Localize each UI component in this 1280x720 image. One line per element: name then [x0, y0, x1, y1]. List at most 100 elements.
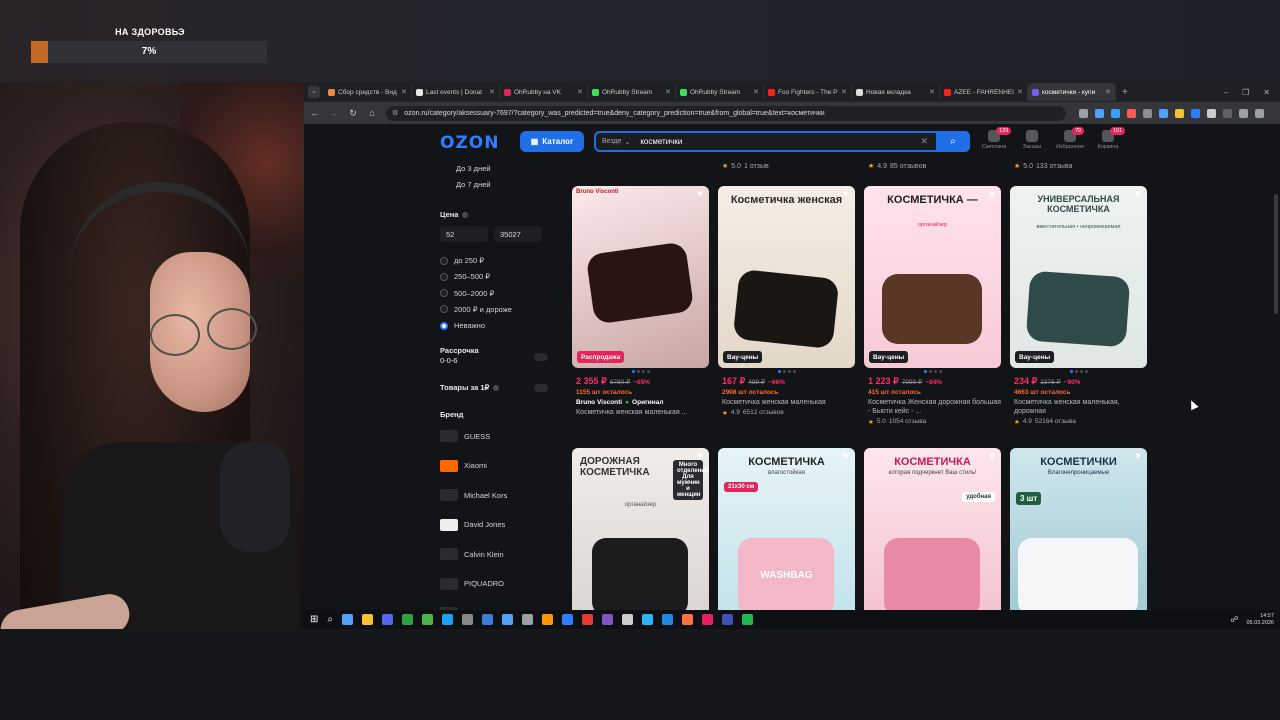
maximize-icon[interactable]: ❐: [1242, 88, 1249, 97]
taskbar-app-icon[interactable]: [362, 614, 373, 625]
taskbar-app-icon[interactable]: [662, 614, 673, 625]
taskbar-clock[interactable]: ☍ 14:57 05.03.2026: [1230, 613, 1280, 627]
favorite-heart-icon[interactable]: ♥: [841, 452, 851, 462]
product-name[interactable]: Косметичка женская маленькая ...: [576, 408, 713, 417]
taskbar-app-icon[interactable]: [622, 614, 633, 625]
product-image[interactable]: ДОРОЖНАЯ КОСМЕТИЧКА органайзер Много отдел…: [572, 448, 709, 610]
price-option[interactable]: 2000 ₽ и дороже: [440, 305, 512, 314]
taskbar-app-icon[interactable]: [682, 614, 693, 625]
taskbar-app-icon[interactable]: [422, 614, 433, 625]
extension-icon[interactable]: [1191, 108, 1200, 118]
extension-icon[interactable]: [1127, 108, 1136, 118]
favorite-heart-icon[interactable]: ♥: [1133, 190, 1143, 200]
taskbar-app-icon[interactable]: [722, 614, 733, 625]
product-info[interactable]: 167 ₽499 ₽ −66% 2908 шт осталось Косметичка…: [722, 376, 859, 417]
brand-item[interactable]: David Jones: [440, 518, 505, 531]
taskbar-app-icon[interactable]: [442, 614, 453, 625]
product-info[interactable]: 234 ₽2376 ₽ −90% 4663 шт осталось Косметичк…: [1014, 376, 1151, 426]
taskbar-app-icon[interactable]: [462, 614, 473, 625]
delivery-option[interactable]: До 7 дней: [440, 180, 491, 189]
taskbar-app-icon[interactable]: [742, 614, 753, 625]
tab-item[interactable]: AZEE - FAHRENHEI ✕: [940, 83, 1028, 101]
radio-button[interactable]: [440, 321, 448, 330]
brand-item[interactable]: Michael Kors: [440, 489, 507, 501]
tab-item[interactable]: Last events | Donat ✕: [412, 83, 500, 101]
taskbar-app-icon[interactable]: [482, 614, 493, 625]
close-tab-icon[interactable]: ✕: [1017, 88, 1023, 96]
extension-icon[interactable]: [1095, 108, 1104, 118]
close-tab-icon[interactable]: ✕: [753, 88, 759, 96]
taskbar-search-icon[interactable]: ⌕: [327, 614, 333, 625]
price-option[interactable]: 500–2000 ₽: [440, 289, 494, 298]
tab-item[interactable]: OhRubby Stream ✕: [588, 83, 676, 101]
site-info-icon[interactable]: ⚙: [392, 109, 398, 117]
extension-icon[interactable]: [1143, 108, 1152, 118]
price-from-input[interactable]: 52: [440, 226, 488, 242]
close-tab-icon[interactable]: ✕: [1105, 88, 1111, 96]
extension-icon[interactable]: [1239, 108, 1248, 118]
new-tab-button[interactable]: +: [1116, 87, 1134, 98]
tab-item[interactable]: OhRubby на VK ✕: [500, 83, 588, 101]
close-tab-icon[interactable]: ✕: [841, 88, 847, 96]
taskbar-app-icon[interactable]: [582, 614, 593, 625]
favorite-heart-icon[interactable]: ♥: [1133, 452, 1143, 462]
product-image[interactable]: КОСМЕТИЧКА которая подчеркнет Ваш стиль! у…: [864, 448, 1001, 610]
delivery-option[interactable]: До 3 дней: [440, 164, 491, 173]
goods-for-1-toggle[interactable]: [534, 384, 548, 392]
taskbar-app-icon[interactable]: [382, 614, 393, 625]
product-info[interactable]: 1 223 ₽7990 ₽ −84% 415 шт осталось Косметич…: [868, 376, 1005, 426]
product-image[interactable]: КОСМЕТИЧКА влагостойкая 21х30 см WASHBAG ♥: [718, 448, 855, 610]
close-tab-icon[interactable]: ✕: [577, 88, 583, 96]
product-image[interactable]: КОСМЕТИЧКИ Влагонепроницаемые 3 шт ♥: [1010, 448, 1147, 610]
product-info[interactable]: 2 355 ₽6780 ₽ −65% 1155 шт осталось Bruno V…: [576, 376, 713, 417]
tab-search-button[interactable]: ⌄: [308, 86, 320, 98]
tab-item[interactable]: Новая вкладка ✕: [852, 83, 940, 101]
url-bar[interactable]: ⚙ ozon.ru/category/aksessuary-7697/?cate…: [386, 105, 1066, 121]
product-name[interactable]: Косметичка женская маленькая: [722, 398, 859, 407]
tab-item[interactable]: Сбор средств - Вид ✕: [324, 83, 412, 101]
close-tab-icon[interactable]: ✕: [489, 88, 495, 96]
taskbar-app-icon[interactable]: [522, 614, 533, 625]
taskbar-app-icon[interactable]: [542, 614, 553, 625]
back-icon[interactable]: ←: [310, 108, 320, 118]
product-name[interactable]: Косметичка Женская дорожная большая - Бь…: [868, 398, 1005, 416]
windows-start-icon[interactable]: ⊞: [310, 614, 318, 625]
price-option[interactable]: Неважно: [440, 321, 485, 330]
price-option[interactable]: 250–500 ₽: [440, 272, 490, 281]
close-tab-icon[interactable]: ✕: [929, 88, 935, 96]
product-image[interactable]: Косметичка женская ♥ Вау-цены: [718, 186, 855, 368]
favorite-heart-icon[interactable]: ♥: [695, 452, 705, 462]
installment-toggle[interactable]: [534, 353, 548, 361]
radio-button[interactable]: [440, 305, 448, 314]
brand-item[interactable]: PIQUADRO: [440, 577, 504, 590]
radio-button[interactable]: [440, 289, 448, 298]
taskbar-app-icon[interactable]: [562, 614, 573, 625]
product-image[interactable]: УНИВЕРСАЛЬНАЯ КОСМЕТИЧКА вместительная • …: [1010, 186, 1147, 368]
brand-item[interactable]: GUESS: [440, 430, 490, 442]
brand-item[interactable]: Calvin Klein: [440, 548, 504, 560]
radio-button[interactable]: [440, 256, 448, 265]
extension-icon[interactable]: [1255, 108, 1264, 118]
taskbar-app-icon[interactable]: [702, 614, 713, 625]
price-to-input[interactable]: 35027: [494, 226, 542, 242]
product-name[interactable]: Косметичка женская маленькая, дорожная: [1014, 398, 1151, 416]
ozon-logo[interactable]: OZON: [440, 133, 499, 153]
extension-icon[interactable]: [1079, 108, 1088, 118]
product-image[interactable]: КОСМЕТИЧКА — органайзер ♥ Вау-цены: [864, 186, 1001, 368]
taskbar-app-icon[interactable]: [402, 614, 413, 625]
tab-item[interactable]: OhRubby Stream ✕: [676, 83, 764, 101]
extension-icon[interactable]: [1223, 108, 1232, 118]
taskbar-app-icon[interactable]: [642, 614, 653, 625]
tab-item[interactable]: косметички - купи ✕: [1028, 83, 1116, 101]
installment-filter[interactable]: Рассрочка 0-0-6: [440, 346, 479, 365]
taskbar-app-icon[interactable]: [602, 614, 613, 625]
goods-for-1-filter[interactable]: Товары за 1₽: [440, 383, 500, 392]
taskbar-app-icon[interactable]: [342, 614, 353, 625]
close-tab-icon[interactable]: ✕: [665, 88, 671, 96]
price-option[interactable]: до 250 ₽: [440, 256, 484, 265]
extension-icon[interactable]: [1159, 108, 1168, 118]
close-tab-icon[interactable]: ✕: [401, 88, 407, 96]
favorite-heart-icon[interactable]: ♥: [987, 190, 997, 200]
favorite-heart-icon[interactable]: ♥: [987, 452, 997, 462]
radio-button[interactable]: [440, 272, 448, 281]
